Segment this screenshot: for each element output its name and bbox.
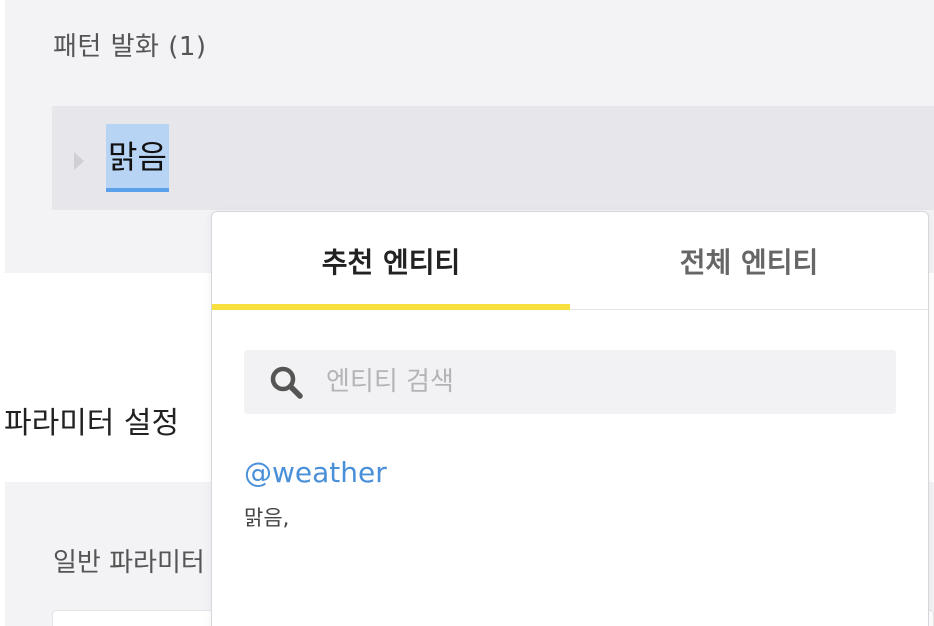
entity-result-values: 맑음, xyxy=(244,506,290,530)
caret-right-icon[interactable] xyxy=(74,152,84,170)
tab-recommended-entities[interactable]: 추천 엔티티 xyxy=(212,212,570,310)
active-tab-indicator xyxy=(212,304,570,310)
entity-search-box[interactable] xyxy=(244,350,896,414)
entity-search-input[interactable] xyxy=(326,360,876,404)
parameter-settings-title: 파라미터 설정 xyxy=(4,406,180,441)
general-parameter-label: 일반 파라미터 xyxy=(53,548,205,578)
utterance-selected-text[interactable]: 맑음 xyxy=(106,124,169,192)
entity-tab-bar: 추천 엔티티 전체 엔티티 xyxy=(212,212,928,310)
pattern-utterance-title: 패턴 발화 (1) xyxy=(53,32,207,62)
entity-popover: 추천 엔티티 전체 엔티티 @weather 맑음, xyxy=(211,211,929,626)
page: 패턴 발화 (1) 맑음 파라미터 설정 일반 파라미터 추천 엔티티 전체 엔… xyxy=(0,0,934,626)
entity-result-name[interactable]: @weather xyxy=(244,456,387,489)
tab-all-entities[interactable]: 전체 엔티티 xyxy=(570,212,928,310)
utterance-row[interactable] xyxy=(52,106,934,210)
search-icon xyxy=(268,364,304,400)
